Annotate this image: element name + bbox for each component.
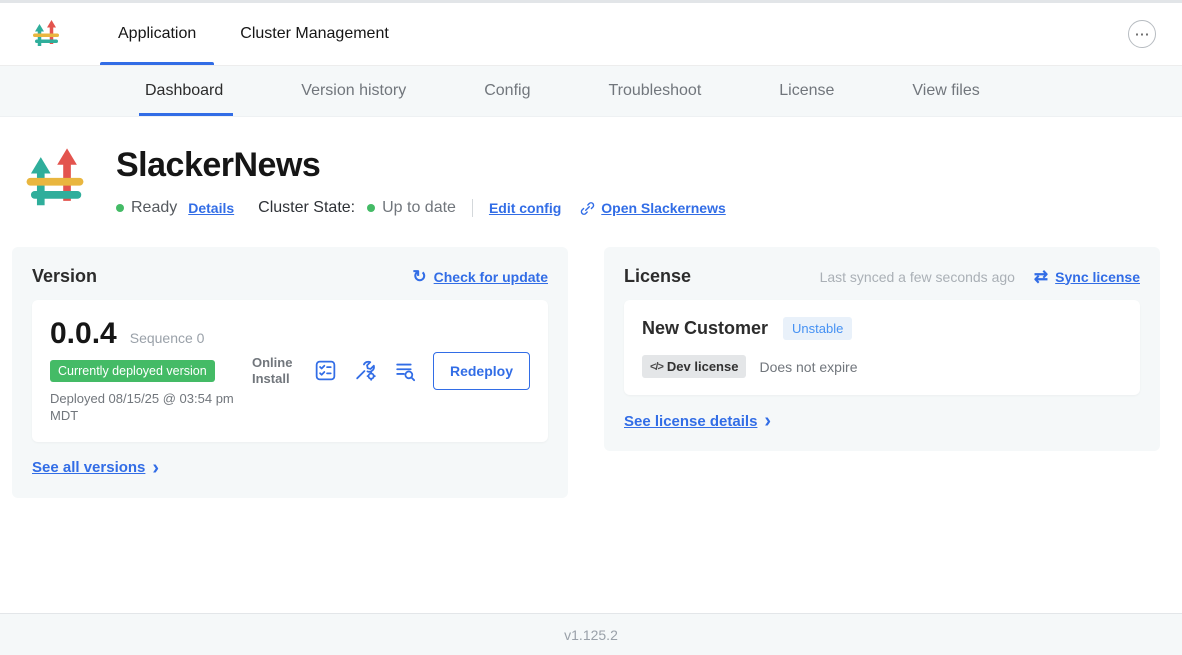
version-info: 0.0.4 Sequence 0 Currently deployed vers… bbox=[50, 317, 252, 425]
view-logs-icon[interactable] bbox=[393, 358, 418, 383]
product-logo-icon bbox=[30, 18, 62, 50]
check-for-update-link[interactable]: Check for update bbox=[434, 269, 548, 285]
sync-license-link[interactable]: Sync license bbox=[1055, 269, 1140, 285]
version-actions: Online Install bbox=[252, 352, 530, 390]
subnav-license-label: License bbox=[779, 82, 834, 100]
more-menu-button[interactable]: ⋯ bbox=[1128, 20, 1156, 48]
cluster-state-dot bbox=[367, 204, 375, 212]
open-app-link[interactable]: Open Slackernews bbox=[601, 200, 726, 216]
version-number: 0.0.4 bbox=[50, 317, 117, 351]
main-content: SlackerNews Ready Details Cluster State:… bbox=[0, 117, 1182, 498]
subnav-item-version-history[interactable]: Version history bbox=[299, 66, 408, 116]
see-all-versions-group[interactable]: See all versions › bbox=[32, 458, 159, 478]
ready-status-dot bbox=[116, 204, 124, 212]
see-all-versions-link[interactable]: See all versions bbox=[32, 459, 145, 476]
version-card: Version ↻ Check for update 0.0.4 Sequenc… bbox=[12, 247, 568, 498]
tab-application-label: Application bbox=[118, 25, 196, 43]
tab-cluster-management[interactable]: Cluster Management bbox=[218, 3, 411, 65]
divider bbox=[472, 199, 473, 217]
edit-config-link[interactable]: Edit config bbox=[489, 200, 561, 216]
license-expiration: Does not expire bbox=[759, 359, 857, 375]
tab-application[interactable]: Application bbox=[96, 3, 218, 65]
license-card-title: License bbox=[624, 266, 691, 287]
see-license-details-link[interactable]: See license details bbox=[624, 413, 757, 430]
sync-icon: ⇄ bbox=[1034, 268, 1048, 285]
code-icon: </> bbox=[650, 361, 663, 373]
open-app-link-group[interactable]: Open Slackernews bbox=[579, 200, 726, 217]
edit-config-icon[interactable] bbox=[353, 358, 378, 383]
customer-name: New Customer bbox=[642, 318, 768, 339]
app-status-row: Ready Details Cluster State: Up to date … bbox=[116, 199, 726, 217]
install-type-label: Online Install bbox=[252, 355, 298, 388]
subnav-item-config[interactable]: Config bbox=[482, 66, 532, 116]
ready-status-label: Ready bbox=[131, 199, 177, 217]
chevron-right-icon: › bbox=[152, 458, 159, 478]
preflight-checks-icon[interactable] bbox=[313, 358, 338, 383]
subnav-item-dashboard[interactable]: Dashboard bbox=[143, 66, 225, 116]
app-subnav: Dashboard Version history Config Trouble… bbox=[0, 66, 1182, 117]
app-header: SlackerNews Ready Details Cluster State:… bbox=[0, 117, 1182, 218]
ellipsis-icon: ⋯ bbox=[1135, 27, 1150, 42]
subnav-dashboard-label: Dashboard bbox=[145, 82, 223, 100]
see-license-details-group[interactable]: See license details › bbox=[624, 411, 771, 431]
subnav-item-license[interactable]: License bbox=[777, 66, 836, 116]
cluster-state-label: Cluster State: bbox=[258, 199, 355, 217]
deployed-status-badge: Currently deployed version bbox=[50, 360, 215, 382]
license-type-badge: </> Dev license bbox=[642, 355, 746, 378]
top-navbar: Application Cluster Management ⋯ bbox=[0, 3, 1182, 66]
dashboard-cards: Version ↻ Check for update 0.0.4 Sequenc… bbox=[12, 247, 1160, 498]
app-icon bbox=[20, 144, 90, 218]
console-version-label: v1.125.2 bbox=[564, 627, 618, 643]
redeploy-button[interactable]: Redeploy bbox=[433, 352, 530, 390]
subnav-version-history-label: Version history bbox=[301, 82, 406, 100]
subnav-item-troubleshoot[interactable]: Troubleshoot bbox=[606, 66, 703, 116]
license-details-panel: New Customer Unstable </> Dev license Do… bbox=[624, 300, 1140, 395]
channel-badge: Unstable bbox=[783, 317, 852, 340]
cluster-state-value: Up to date bbox=[382, 199, 456, 217]
refresh-icon: ↻ bbox=[412, 268, 426, 285]
footer: v1.125.2 bbox=[0, 613, 1182, 655]
chevron-right-icon: › bbox=[764, 411, 771, 431]
top-nav-tabs: Application Cluster Management bbox=[96, 3, 411, 65]
deployed-timestamp: Deployed 08/15/25 @ 03:54 pm MDT bbox=[50, 391, 252, 425]
tab-cluster-management-label: Cluster Management bbox=[240, 25, 389, 43]
subnav-item-view-files[interactable]: View files bbox=[910, 66, 981, 116]
page-title: SlackerNews bbox=[116, 146, 726, 185]
license-type-label: Dev license bbox=[667, 359, 739, 374]
subnav-view-files-label: View files bbox=[912, 82, 979, 100]
subnav-troubleshoot-label: Troubleshoot bbox=[608, 82, 701, 100]
license-card: License Last synced a few seconds ago ⇄ … bbox=[604, 247, 1160, 451]
external-link-icon bbox=[579, 200, 596, 217]
last-synced-label: Last synced a few seconds ago bbox=[820, 269, 1015, 285]
current-version-panel: 0.0.4 Sequence 0 Currently deployed vers… bbox=[32, 300, 548, 442]
version-card-title: Version bbox=[32, 266, 97, 287]
sequence-label: Sequence 0 bbox=[130, 330, 205, 346]
subnav-config-label: Config bbox=[484, 82, 530, 100]
details-link[interactable]: Details bbox=[188, 200, 234, 216]
check-for-update-group[interactable]: ↻ Check for update bbox=[412, 268, 548, 285]
